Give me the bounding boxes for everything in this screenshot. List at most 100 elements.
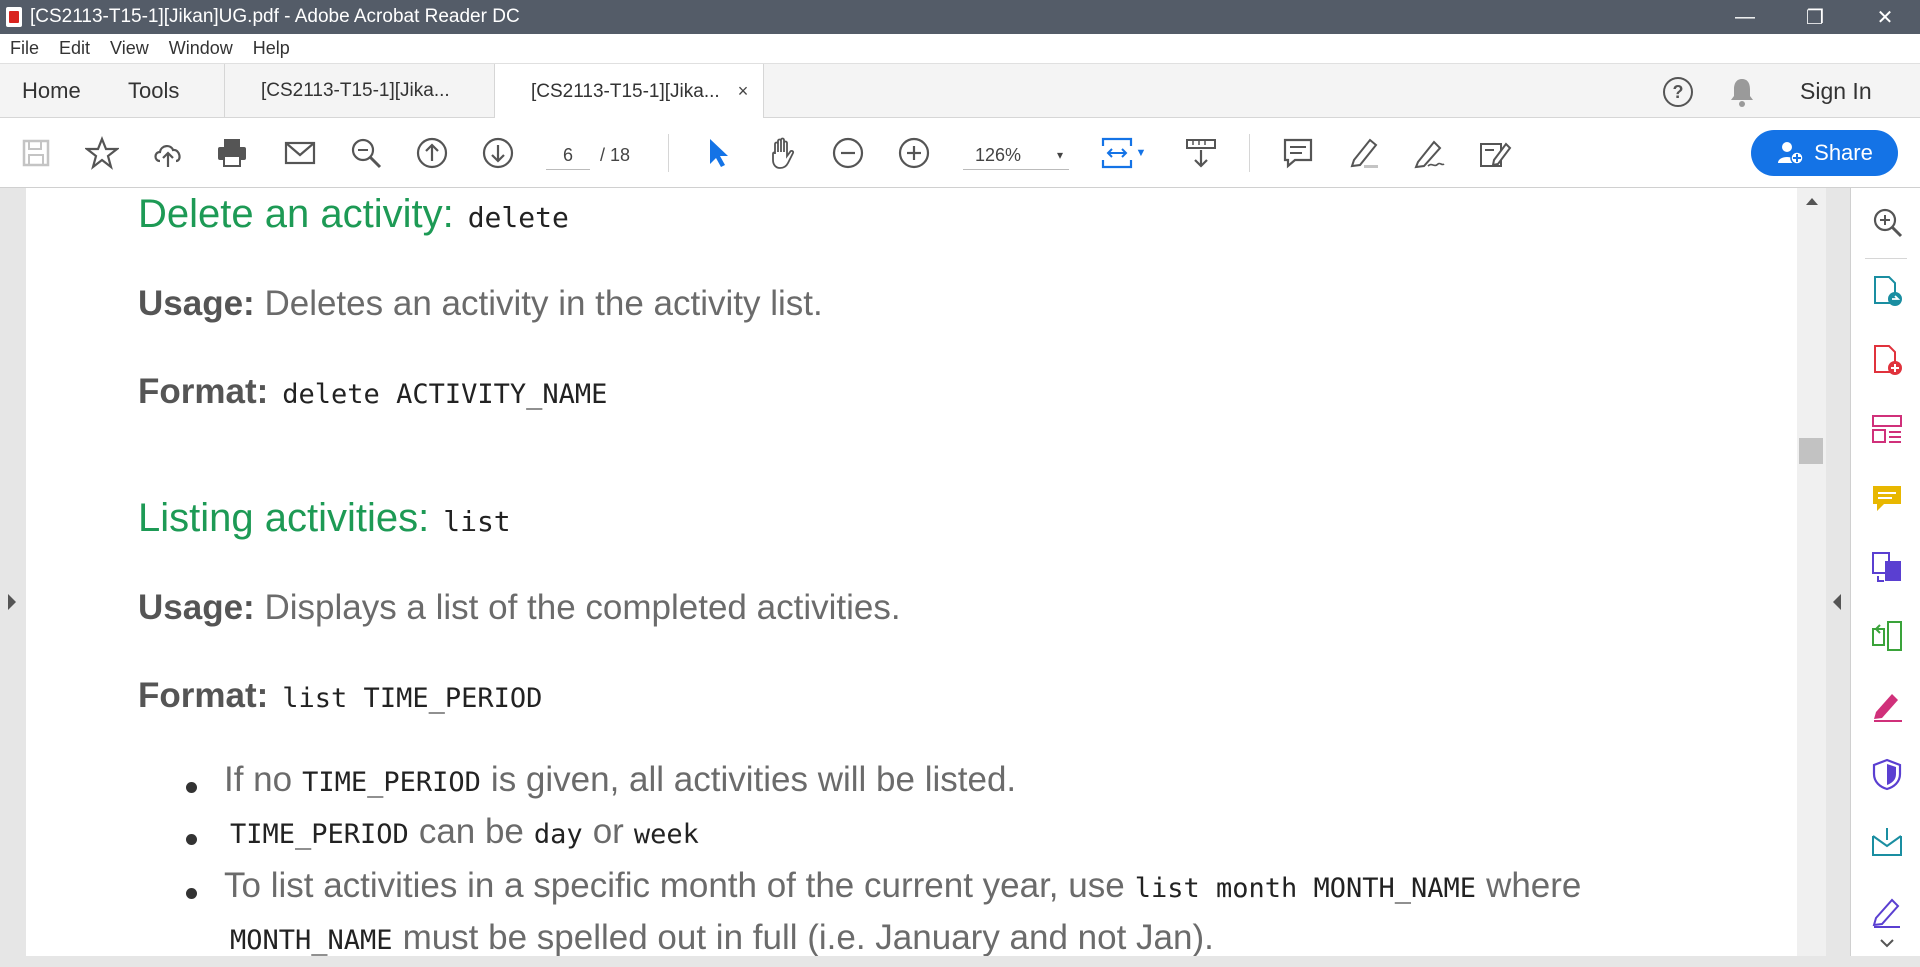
create-pdf-icon[interactable] — [1870, 343, 1904, 377]
more-tools-pen-icon[interactable] — [1870, 894, 1904, 928]
zoom-level-value: 126% — [975, 145, 1022, 165]
left-panel-toggle[interactable] — [0, 188, 26, 956]
right-panel-toggle[interactable] — [1826, 188, 1850, 956]
comment-tool-icon[interactable] — [1870, 481, 1904, 515]
page-fit-chevron-icon: ▼ — [1135, 147, 1147, 159]
title-bar: [CS2113-T15-1][Jikan]UG.pdf - Adobe Acro… — [0, 0, 1920, 34]
right-tools-panel — [1850, 188, 1920, 956]
notification-bell-icon[interactable] — [1728, 76, 1756, 108]
pdf-page: Delete an activity: delete Usage: Deletes… — [26, 188, 1797, 956]
restore-button[interactable]: ❐ — [1780, 0, 1850, 34]
draw-signature-icon[interactable] — [1411, 135, 1447, 171]
bullet-3-text-a: To list activities in a specific month o… — [224, 866, 1125, 905]
panel-scroll-down-icon[interactable] — [1870, 928, 1904, 948]
heading-delete-text: Delete an activity: — [138, 192, 454, 236]
zoom-level-select[interactable]: 126% ▾ — [963, 140, 1069, 170]
combine-files-icon[interactable] — [1870, 550, 1904, 584]
bullet-2-text-a: can be — [418, 812, 524, 851]
comment-icon[interactable] — [1280, 135, 1316, 171]
menu-file[interactable]: File — [10, 38, 39, 59]
bullet-3-text-c: must be spelled out in full (i.e. Januar… — [402, 918, 1214, 956]
tab-document-2-label: [CS2113-T15-1][Jika... — [531, 80, 720, 102]
tab-document-1-label: [CS2113-T15-1][Jika... — [261, 80, 450, 101]
expand-left-arrow-icon — [8, 594, 16, 610]
toolbar: 6 / 18 126% ▾ ▼ Share — [0, 118, 1920, 188]
bullet-1-text-b: is given, all activities will be listed. — [490, 760, 1017, 799]
menu-bar: File Edit View Window Help — [0, 34, 1920, 64]
fill-sign-icon[interactable] — [1477, 135, 1513, 171]
bullet-dot — [186, 888, 197, 899]
email-icon[interactable] — [282, 135, 318, 171]
bullet-3-code: list month MONTH_NAME — [1134, 873, 1477, 904]
close-window-button[interactable]: ✕ — [1850, 0, 1920, 34]
vertical-scrollbar[interactable] — [1797, 188, 1826, 956]
zoom-in-icon[interactable] — [896, 135, 932, 171]
bullet-3-code-2: MONTH_NAME — [230, 925, 393, 956]
search-zoom-icon[interactable] — [1870, 205, 1904, 239]
help-icon[interactable]: ? — [1663, 77, 1693, 107]
share-label: Share — [1814, 140, 1873, 165]
bullet-1-text-a: If no — [224, 760, 293, 799]
organize-pages-icon[interactable] — [1870, 619, 1904, 653]
select-cursor-icon[interactable] — [700, 135, 736, 171]
bullet-1-code: TIME_PERIOD — [302, 767, 481, 798]
bullet-item-1: If no TIME_PERIOD is given, all activities… — [224, 760, 1016, 800]
menu-help[interactable]: Help — [253, 38, 290, 59]
usage-list-text: Displays a list of the completed activit… — [264, 588, 901, 627]
tab-home[interactable]: Home — [22, 64, 81, 118]
heading-delete-command: delete — [467, 201, 569, 234]
bullet-2-text-b: or — [592, 812, 624, 851]
highlight-pen-icon[interactable] — [1345, 135, 1381, 171]
upload-cloud-icon[interactable] — [150, 135, 186, 171]
scroll-mode-icon[interactable] — [1183, 135, 1219, 171]
heading-list-command: list — [443, 505, 511, 538]
send-for-review-icon[interactable] — [1870, 826, 1904, 860]
tab-document-1[interactable]: [CS2113-T15-1][Jika... — [224, 64, 494, 118]
fill-and-sign-icon[interactable] — [1870, 688, 1904, 722]
edit-pdf-icon[interactable] — [1870, 412, 1904, 446]
tab-tools[interactable]: Tools — [128, 64, 179, 118]
zoom-out-icon[interactable] — [830, 135, 866, 171]
bullet-2-code-1: TIME_PERIOD — [230, 819, 409, 850]
usage-label: Usage: — [138, 284, 255, 323]
save-icon[interactable] — [18, 135, 54, 171]
usage-delete-text: Deletes an activity in the activity list… — [264, 284, 823, 323]
share-button[interactable]: Share — [1751, 130, 1898, 176]
scroll-up-arrow-icon[interactable] — [1806, 198, 1818, 205]
page-number-input[interactable]: 6 — [546, 140, 590, 170]
scroll-thumb[interactable] — [1799, 438, 1823, 464]
collapse-right-arrow-icon — [1833, 594, 1841, 610]
document-viewport[interactable]: Delete an activity: delete Usage: Deletes… — [0, 188, 1850, 956]
acrobat-app-icon — [6, 7, 22, 27]
page-total: / 18 — [600, 145, 631, 165]
minimize-button[interactable]: — — [1710, 0, 1780, 34]
tab-document-2[interactable]: [CS2113-T15-1][Jika... × — [494, 64, 764, 119]
panel-divider — [1865, 258, 1907, 259]
usage-delete: Usage: Deletes an activity in the activi… — [138, 284, 823, 324]
format-label: Format: — [138, 372, 269, 411]
menu-window[interactable]: Window — [169, 38, 233, 59]
print-icon[interactable] — [214, 135, 250, 171]
page-fit-icon[interactable]: ▼ — [1098, 135, 1148, 171]
export-pdf-icon[interactable] — [1870, 274, 1904, 308]
hand-tool-icon[interactable] — [765, 135, 801, 171]
bullet-item-3: To list activities in a specific month o… — [224, 866, 1581, 906]
tab-close-icon[interactable]: × — [738, 81, 749, 102]
toolbar-divider — [1249, 134, 1250, 172]
bullet-2-code-3: week — [633, 819, 699, 850]
zoom-chevron-down-icon: ▾ — [1056, 148, 1063, 162]
bookmark-star-icon[interactable] — [84, 135, 120, 171]
menu-view[interactable]: View — [110, 38, 149, 59]
sign-in-link[interactable]: Sign In — [1800, 64, 1872, 118]
window-controls: — ❐ ✕ — [1710, 0, 1920, 34]
bullet-3-text-b: where — [1486, 866, 1582, 905]
format-delete-command: delete ACTIVITY_NAME — [282, 379, 608, 410]
menu-edit[interactable]: Edit — [59, 38, 90, 59]
find-search-icon[interactable] — [348, 135, 384, 171]
previous-page-icon[interactable] — [414, 135, 450, 171]
bullet-item-2: TIME_PERIOD can be day or week — [224, 812, 709, 852]
format-delete: Format: delete ACTIVITY_NAME — [138, 372, 607, 412]
protect-shield-icon[interactable] — [1870, 757, 1904, 791]
next-page-icon[interactable] — [480, 135, 516, 171]
bullet-2-code-2: day — [533, 819, 583, 850]
